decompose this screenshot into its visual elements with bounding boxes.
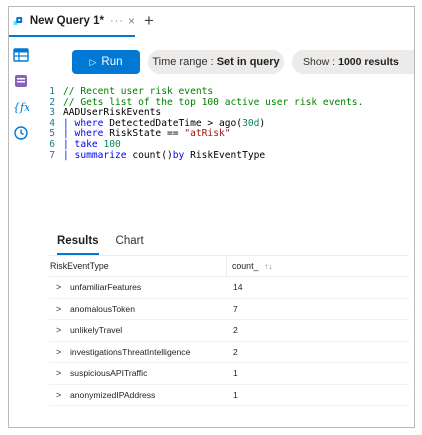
history-icon[interactable] [13, 125, 29, 141]
query-window: New Query 1* ··· × + {fx} ▷ Run [8, 6, 415, 428]
svg-text:{fx}: {fx} [13, 101, 29, 114]
add-tab-button[interactable]: + [144, 11, 154, 31]
tab-bar: New Query 1* ··· × + [9, 7, 414, 37]
code-keyword: | take [63, 138, 98, 150]
code-line: 6 | take 100 [43, 138, 414, 151]
chevron-right-icon[interactable]: > [50, 304, 70, 314]
query-toolbar: ▷ Run Time range : Set in query Show : 1… [37, 41, 414, 83]
code-comment: // Recent user risk events [63, 86, 214, 97]
code-text: ) [259, 117, 266, 129]
query-editor[interactable]: 1 // Recent user risk events 2 // Gets l… [43, 86, 414, 197]
time-range-value: Set in query [216, 56, 280, 68]
cell-count: 7 [233, 303, 238, 314]
cell-count: 1 [233, 368, 238, 379]
code-line: 7 | summarize count() by RiskEventType [43, 149, 414, 162]
cell-type: > suspiciousAPITraffic [49, 363, 227, 384]
function-icon[interactable]: {fx} [13, 99, 29, 115]
code-number: 100 [103, 138, 121, 150]
table-row[interactable]: > anomalousToken 7 [49, 299, 409, 320]
cell-text: investigationsThreatIntelligence [70, 346, 191, 357]
cell-text: unlikelyTravel [70, 325, 123, 336]
show-label: Show : [303, 56, 336, 68]
tab-title: New Query 1* [29, 15, 104, 27]
cell-type: > anomalousToken [49, 299, 227, 320]
cell-count: 14 [233, 282, 243, 293]
table-row[interactable]: > unfamiliarFeatures 14 [49, 277, 409, 299]
chevron-right-icon[interactable]: > [50, 390, 70, 400]
play-icon: ▷ [89, 56, 97, 67]
chevron-right-icon[interactable]: > [50, 347, 70, 357]
cell-text: anomalousToken [70, 303, 135, 314]
run-button[interactable]: ▷ Run [72, 50, 140, 74]
results-tab-bar: Results Chart [57, 235, 161, 255]
sort-icon[interactable]: ↑↓ [264, 262, 272, 271]
column-header-count[interactable]: count_ ↑↓ [227, 261, 272, 271]
tab-new-query[interactable]: New Query 1* ··· × [9, 7, 135, 37]
table-row[interactable]: > investigationsThreatIntelligence 2 [49, 342, 409, 363]
code-text: RiskEventType [184, 149, 266, 161]
cell-type: > unfamiliarFeatures [49, 277, 227, 298]
log-analytics-icon [13, 17, 23, 25]
cell-text: anonymizedIPAddress [70, 389, 156, 400]
table-row[interactable]: > suspiciousAPITraffic 1 [49, 363, 409, 385]
tab-chart[interactable]: Chart [116, 235, 144, 255]
column-header-riskeventtype[interactable]: RiskEventType [49, 256, 227, 276]
code-text: count() [126, 149, 173, 161]
time-range-picker[interactable]: Time range : Set in query [148, 50, 284, 74]
show-value: 1000 results [338, 56, 399, 68]
cell-count: 2 [233, 346, 238, 357]
code-line: 1 // Recent user risk events [43, 86, 414, 98]
chevron-right-icon[interactable]: > [50, 325, 70, 335]
table-row[interactable]: > anonymizedIPAddress 1 [49, 385, 409, 406]
table-row[interactable]: > unlikelyTravel 2 [49, 320, 409, 342]
cell-text: suspiciousAPITraffic [70, 368, 148, 379]
code-keyword: | summarize [63, 149, 127, 161]
more-options-icon[interactable]: ··· [110, 15, 124, 27]
database-icon[interactable] [13, 73, 29, 89]
chevron-right-icon[interactable]: > [50, 282, 70, 292]
cell-text: unfamiliarFeatures [70, 282, 142, 293]
cell-type: > investigationsThreatIntelligence [49, 342, 227, 363]
side-rail: {fx} [9, 47, 33, 151]
time-range-label: Time range : [152, 56, 214, 68]
chevron-right-icon[interactable]: > [50, 368, 70, 378]
cell-type: > anonymizedIPAddress [49, 385, 227, 406]
result-limit-picker[interactable]: Show : 1000 results [292, 50, 414, 74]
cell-count: 2 [233, 325, 238, 336]
line-number: 7 [49, 149, 55, 161]
code-number: 30d [242, 117, 260, 129]
results-table: RiskEventType count_ ↑↓ > unfamiliarFeat… [49, 255, 409, 406]
line-number: 6 [49, 138, 55, 150]
code-string: "atRisk" [184, 128, 231, 140]
column-label: count_ [232, 261, 259, 271]
cell-type: > unlikelyTravel [49, 320, 227, 341]
column-label: RiskEventType [50, 261, 109, 271]
run-label: Run [101, 56, 123, 68]
line-number: 1 [49, 86, 55, 97]
close-icon[interactable]: × [128, 14, 135, 28]
table-icon[interactable] [13, 47, 29, 63]
code-keyword: by [172, 149, 185, 161]
table-header: RiskEventType count_ ↑↓ [49, 255, 409, 277]
tab-results[interactable]: Results [57, 235, 99, 255]
cell-count: 1 [233, 389, 238, 400]
